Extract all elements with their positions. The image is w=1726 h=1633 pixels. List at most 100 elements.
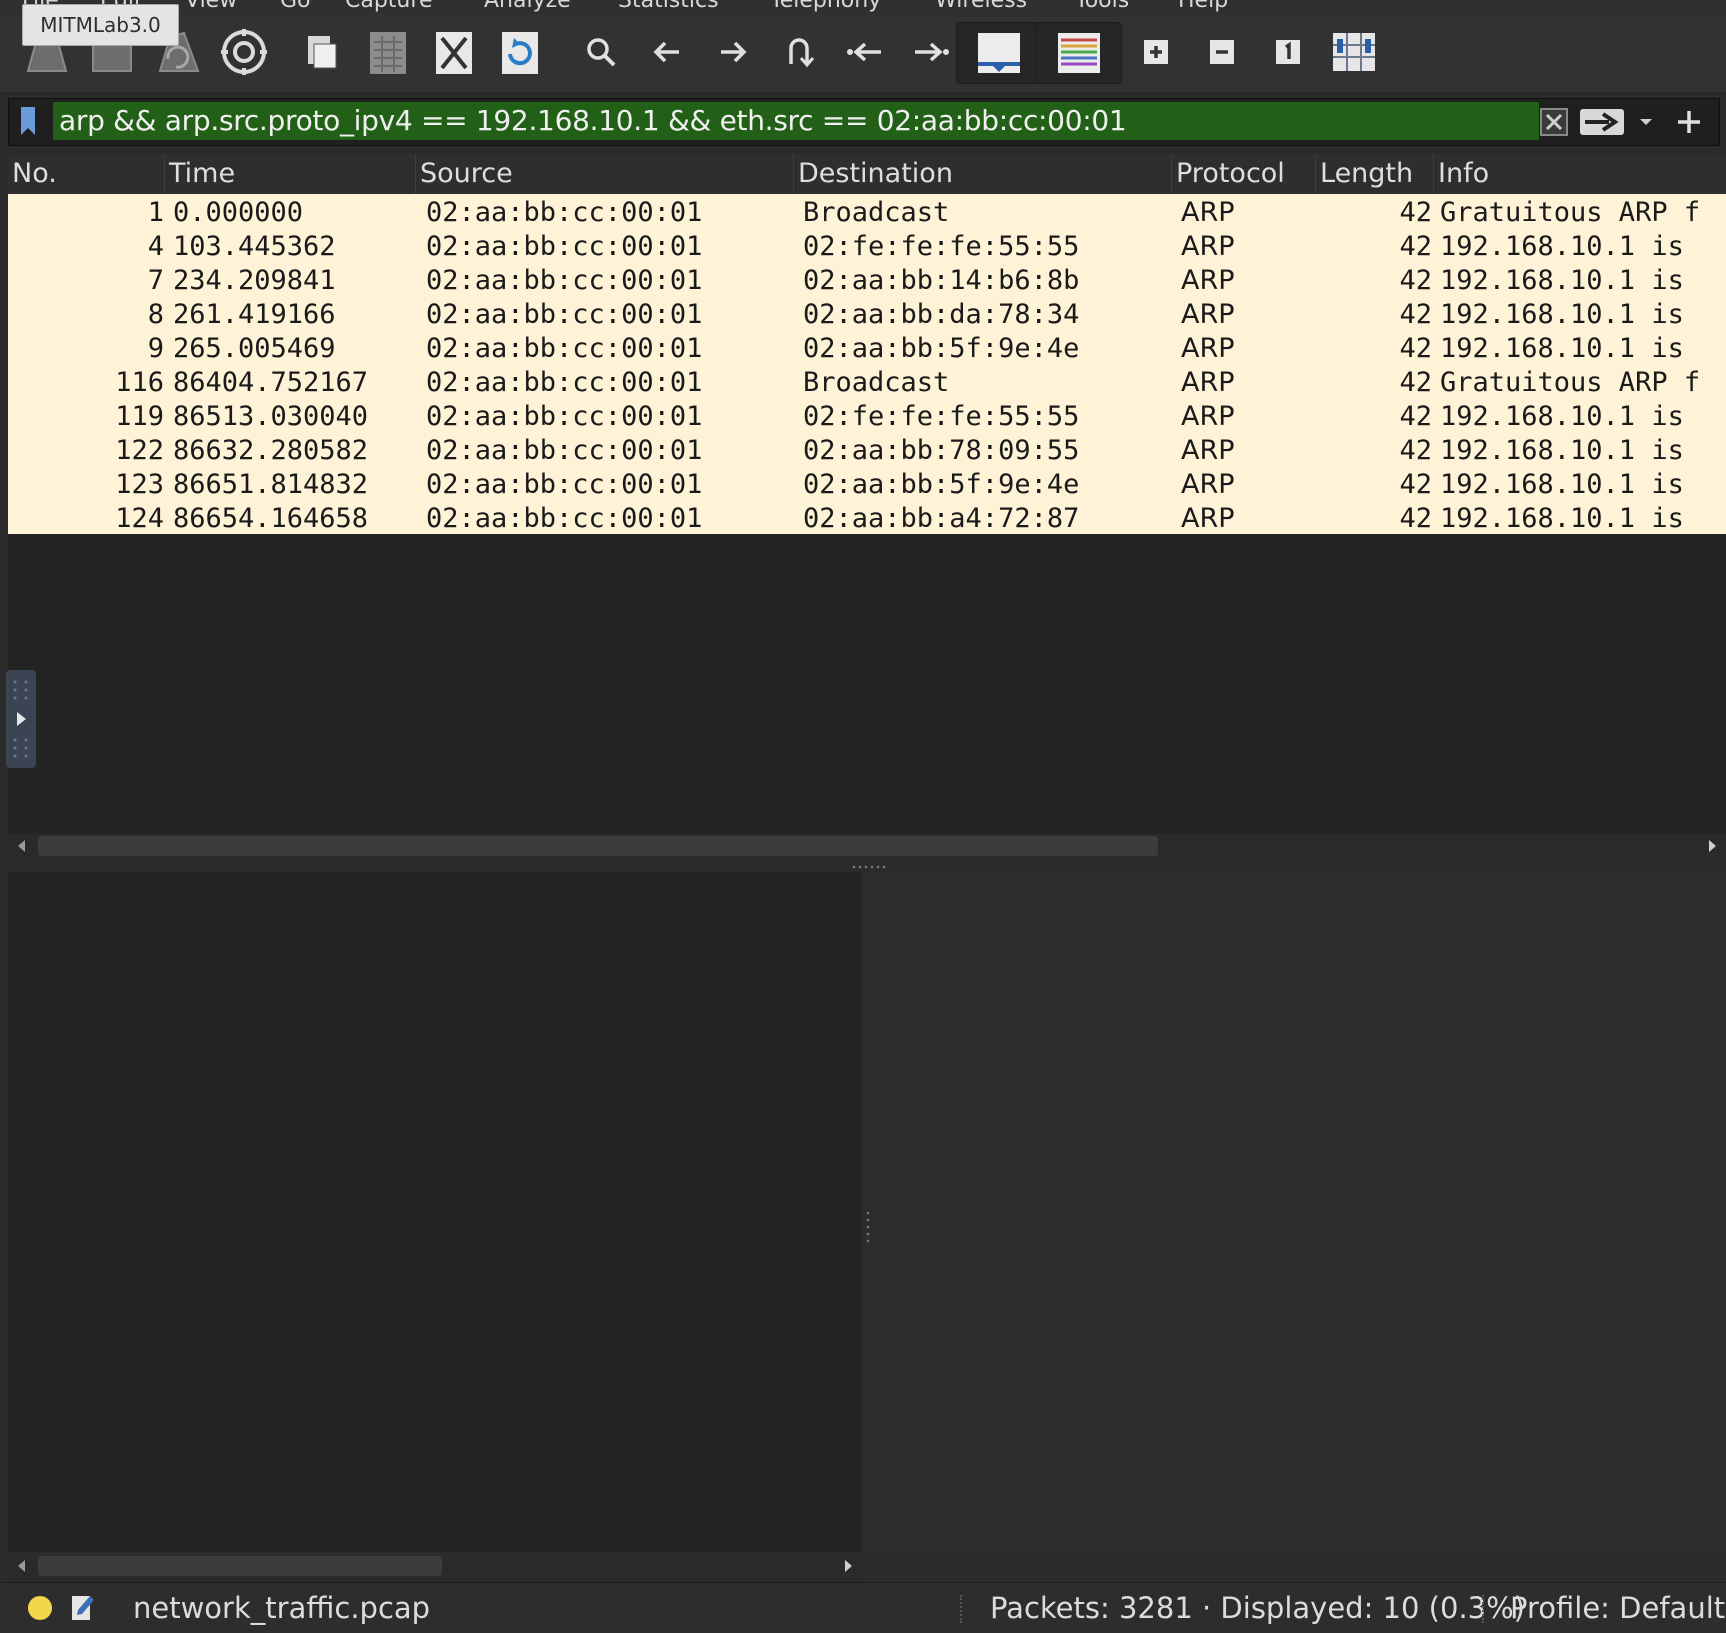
cell-no: 123 bbox=[115, 469, 164, 500]
go-to-packet-icon[interactable] bbox=[773, 26, 825, 78]
cell-destination: 02:fe:fe:fe:55:55 bbox=[803, 231, 1080, 262]
colorize-icon[interactable] bbox=[1036, 22, 1122, 84]
cell-source: 02:aa:bb:cc:00:01 bbox=[426, 367, 703, 398]
cell-protocol: ARP bbox=[1181, 401, 1235, 432]
profile-label[interactable]: Profile: Default bbox=[1510, 1583, 1725, 1633]
normal-size-icon[interactable] bbox=[1262, 26, 1314, 78]
filter-history-chevron-down-icon[interactable] bbox=[1631, 105, 1661, 139]
column-header-source[interactable]: Source bbox=[416, 154, 794, 194]
cell-length: 42 bbox=[1399, 503, 1432, 534]
zoom-in-icon[interactable] bbox=[1130, 26, 1182, 78]
vertical-pane-splitter[interactable] bbox=[866, 1210, 870, 1246]
cell-destination: Broadcast bbox=[803, 367, 950, 398]
packet-details-pane[interactable] bbox=[8, 872, 862, 1552]
table-row[interactable]: 116 86404.752167 02:aa:bb:cc:00:01 Broad… bbox=[8, 366, 1726, 400]
cell-info: Gratuitous ARP f bbox=[1440, 367, 1701, 398]
close-file-icon[interactable] bbox=[428, 26, 480, 78]
zoom-out-icon[interactable] bbox=[1196, 26, 1248, 78]
cell-no: 116 bbox=[115, 367, 164, 398]
packet-list[interactable]: No. Time Source Destination Protocol Len… bbox=[8, 154, 1726, 834]
table-row[interactable]: 7 234.209841 02:aa:bb:cc:00:01 02:aa:bb:… bbox=[8, 264, 1726, 298]
column-header-time[interactable]: Time bbox=[165, 154, 416, 194]
packet-list-horizontal-scrollbar[interactable] bbox=[8, 834, 1726, 858]
cell-no: 119 bbox=[115, 401, 164, 432]
table-row[interactable]: 4 103.445362 02:aa:bb:cc:00:01 02:fe:fe:… bbox=[8, 230, 1726, 264]
table-row[interactable]: 119 86513.030040 02:aa:bb:cc:00:01 02:fe… bbox=[8, 400, 1726, 434]
go-forward-icon[interactable] bbox=[707, 26, 759, 78]
scroll-right-icon[interactable] bbox=[1702, 836, 1724, 856]
column-header-info[interactable]: Info bbox=[1434, 154, 1726, 194]
table-row[interactable]: 124 86654.164658 02:aa:bb:cc:00:01 02:aa… bbox=[8, 502, 1726, 536]
capture-comment-icon[interactable] bbox=[70, 1592, 96, 1627]
cell-protocol: ARP bbox=[1181, 231, 1235, 262]
column-header-protocol[interactable]: Protocol bbox=[1172, 154, 1316, 194]
go-back-icon[interactable] bbox=[641, 26, 693, 78]
cell-no: 9 bbox=[147, 333, 164, 364]
open-file-icon[interactable] bbox=[296, 26, 348, 78]
cell-no: 122 bbox=[115, 435, 164, 466]
cell-no: 4 bbox=[147, 231, 164, 262]
add-filter-button-icon[interactable] bbox=[1669, 105, 1709, 139]
cell-source: 02:aa:bb:cc:00:01 bbox=[426, 469, 703, 500]
status-bar: network_traffic.pcap Packets: 3281 · Dis… bbox=[0, 1582, 1726, 1633]
scroll-left-icon[interactable] bbox=[10, 1556, 32, 1576]
scroll-right-icon[interactable] bbox=[838, 1556, 860, 1576]
cell-protocol: ARP bbox=[1181, 503, 1235, 534]
scrollbar-thumb[interactable] bbox=[38, 836, 1158, 856]
scroll-left-icon[interactable] bbox=[10, 836, 32, 856]
filter-bookmark-icon[interactable] bbox=[19, 107, 37, 135]
scrollbar-thumb[interactable] bbox=[38, 1556, 442, 1576]
clear-filter-icon[interactable] bbox=[1539, 105, 1569, 139]
sidebar-expand-handle[interactable] bbox=[6, 670, 36, 768]
resize-columns-icon[interactable] bbox=[1328, 26, 1380, 78]
cell-protocol: ARP bbox=[1181, 333, 1235, 364]
cell-destination: 02:fe:fe:fe:55:55 bbox=[803, 401, 1080, 432]
display-filter-input[interactable]: arp && arp.src.proto_ipv4 == 192.168.10.… bbox=[53, 102, 1539, 140]
cell-destination: 02:aa:bb:5f:9e:4e bbox=[803, 469, 1080, 500]
autoscroll-icon[interactable] bbox=[956, 22, 1042, 84]
details-horizontal-scrollbar[interactable] bbox=[8, 1554, 862, 1578]
menu-analyze[interactable]: Analyze bbox=[484, 0, 571, 13]
table-row[interactable]: 8 261.419166 02:aa:bb:cc:00:01 02:aa:bb:… bbox=[8, 298, 1726, 332]
menu-wireless[interactable]: Wireless bbox=[935, 0, 1027, 13]
menu-statistics[interactable]: Statistics bbox=[618, 0, 719, 13]
ready-status-icon[interactable] bbox=[26, 1594, 54, 1627]
menu-telephony[interactable]: Telephony bbox=[770, 0, 881, 13]
cell-destination: 02:aa:bb:da:78:34 bbox=[803, 299, 1080, 330]
cell-info: 192.168.10.1 is bbox=[1440, 299, 1684, 330]
find-packet-icon[interactable] bbox=[575, 26, 627, 78]
cell-info: 192.168.10.1 is bbox=[1440, 231, 1684, 262]
column-header-length[interactable]: Length bbox=[1316, 154, 1434, 194]
menu-tools[interactable]: Tools bbox=[1075, 0, 1129, 13]
cell-length: 42 bbox=[1399, 367, 1432, 398]
table-row[interactable]: 123 86651.814832 02:aa:bb:cc:00:01 02:aa… bbox=[8, 468, 1726, 502]
column-header-no[interactable]: No. bbox=[8, 154, 165, 194]
reload-file-icon[interactable] bbox=[494, 26, 546, 78]
table-row[interactable]: 9 265.005469 02:aa:bb:cc:00:01 02:aa:bb:… bbox=[8, 332, 1726, 366]
status-separator bbox=[960, 1595, 964, 1623]
cell-protocol: ARP bbox=[1181, 265, 1235, 296]
cell-protocol: ARP bbox=[1181, 435, 1235, 466]
column-header-destination[interactable]: Destination bbox=[794, 154, 1172, 194]
menu-help[interactable]: Help bbox=[1178, 0, 1228, 13]
pane-splitter[interactable] bbox=[8, 860, 1726, 872]
cell-source: 02:aa:bb:cc:00:01 bbox=[426, 503, 703, 534]
apply-filter-icon[interactable] bbox=[1577, 105, 1627, 139]
go-first-packet-icon[interactable] bbox=[839, 26, 891, 78]
table-row[interactable]: 1 0.000000 02:aa:bb:cc:00:01 Broadcast A… bbox=[8, 196, 1726, 230]
menu-go[interactable]: Go bbox=[280, 0, 311, 13]
cell-time: 86404.752167 bbox=[173, 367, 369, 398]
cell-protocol: ARP bbox=[1181, 299, 1235, 330]
status-separator bbox=[1482, 1595, 1486, 1623]
window-title-tooltip: MITMLab3.0 bbox=[22, 4, 179, 46]
cell-time: 0.000000 bbox=[173, 197, 304, 228]
save-file-icon[interactable] bbox=[362, 26, 414, 78]
menu-view[interactable]: View bbox=[185, 0, 237, 13]
capture-options-icon[interactable] bbox=[218, 26, 270, 78]
go-last-packet-icon[interactable] bbox=[905, 26, 957, 78]
menu-capture[interactable]: Capture bbox=[345, 0, 432, 13]
cell-time: 265.005469 bbox=[173, 333, 336, 364]
packet-bytes-pane[interactable] bbox=[866, 872, 1726, 1552]
main-toolbar bbox=[0, 14, 1726, 93]
table-row[interactable]: 122 86632.280582 02:aa:bb:cc:00:01 02:aa… bbox=[8, 434, 1726, 468]
